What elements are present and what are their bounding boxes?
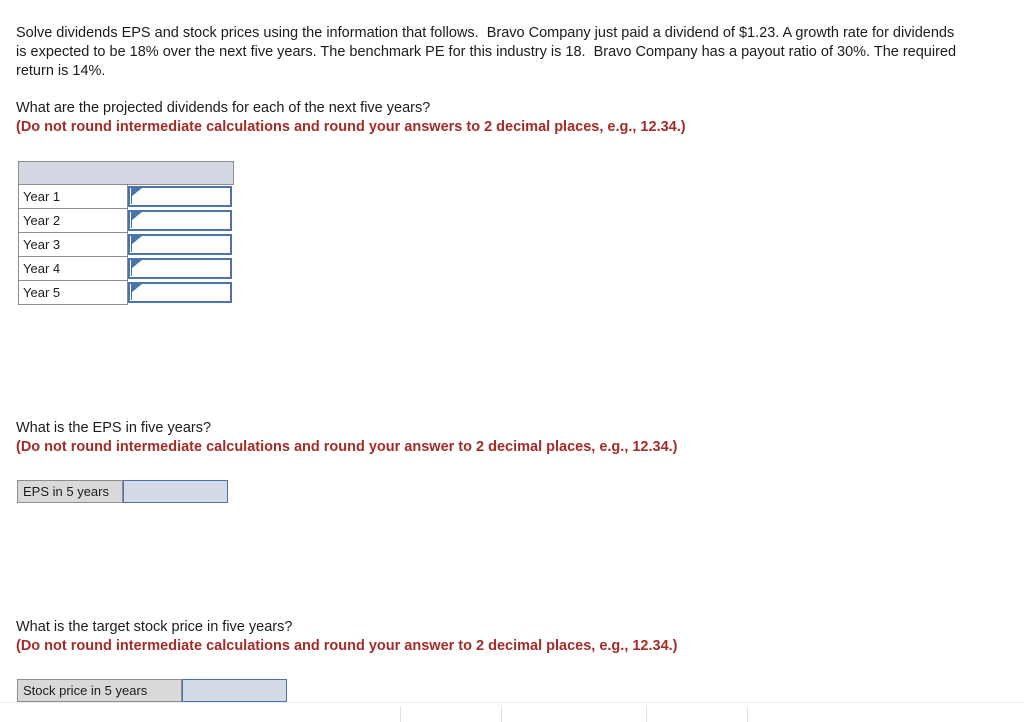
question-eps-text: What is the EPS in five years? bbox=[16, 420, 212, 436]
question-eps: What is the EPS in five years? (Do not r… bbox=[16, 419, 916, 457]
eps-input[interactable] bbox=[123, 480, 228, 503]
column-divider bbox=[747, 706, 748, 722]
row-label-year-2: Year 2 bbox=[18, 208, 128, 233]
row-input-cell-year-5 bbox=[128, 281, 234, 305]
dividend-input-year-5[interactable] bbox=[128, 282, 232, 303]
row-input-cell-year-4 bbox=[128, 257, 234, 281]
column-divider bbox=[646, 706, 647, 722]
question-stock-price: What is the target stock price in five y… bbox=[16, 618, 916, 656]
table-row: Year 4 bbox=[18, 256, 234, 281]
question-stock-price-note: (Do not round intermediate calculations … bbox=[16, 638, 678, 654]
stock-price-input[interactable] bbox=[182, 679, 287, 702]
flag-marker-icon bbox=[131, 260, 142, 269]
table-row: Year 2 bbox=[18, 208, 234, 233]
row-label-year-5: Year 5 bbox=[18, 280, 128, 305]
flag-marker-icon bbox=[131, 212, 142, 221]
flag-marker-icon bbox=[131, 188, 142, 198]
dividend-input-year-4[interactable] bbox=[128, 258, 232, 279]
question-dividends: What are the projected dividends for eac… bbox=[16, 99, 916, 137]
table-row: Year 5 bbox=[18, 280, 234, 305]
dividend-input-year-1[interactable] bbox=[128, 186, 232, 208]
worksheet-page: Solve dividends EPS and stock prices usi… bbox=[0, 0, 1024, 722]
row-input-cell-year-1 bbox=[128, 185, 234, 209]
problem-statement: Solve dividends EPS and stock prices usi… bbox=[16, 25, 961, 80]
dividend-input-year-3[interactable] bbox=[128, 234, 232, 255]
flag-marker-icon bbox=[131, 284, 142, 293]
flag-marker-icon bbox=[131, 236, 142, 245]
dividends-answer-table: Year 1 Year 2 Year 3 Year 4 Year 5 bbox=[18, 161, 234, 305]
question-eps-note: (Do not round intermediate calculations … bbox=[16, 439, 678, 455]
row-label-year-4: Year 4 bbox=[18, 256, 128, 281]
row-label-year-3: Year 3 bbox=[18, 232, 128, 257]
question-dividends-note: (Do not round intermediate calculations … bbox=[16, 119, 686, 135]
table-header-cell bbox=[18, 161, 234, 185]
stock-price-row-label: Stock price in 5 years bbox=[17, 679, 182, 702]
question-dividends-text: What are the projected dividends for eac… bbox=[16, 100, 431, 116]
eps-row-label: EPS in 5 years bbox=[17, 480, 123, 503]
question-stock-price-text: What is the target stock price in five y… bbox=[16, 619, 293, 635]
column-divider bbox=[400, 706, 401, 722]
dividend-input-year-2[interactable] bbox=[128, 210, 232, 231]
table-header-row bbox=[18, 161, 234, 185]
stock-price-answer-row: Stock price in 5 years bbox=[17, 679, 287, 702]
table-row: Year 1 bbox=[18, 184, 234, 209]
next-table-partial bbox=[0, 702, 1024, 722]
eps-answer-row: EPS in 5 years bbox=[17, 480, 228, 503]
column-divider bbox=[501, 706, 502, 722]
row-input-cell-year-3 bbox=[128, 233, 234, 257]
row-label-year-1: Year 1 bbox=[18, 184, 128, 209]
row-input-cell-year-2 bbox=[128, 209, 234, 233]
table-row: Year 3 bbox=[18, 232, 234, 257]
